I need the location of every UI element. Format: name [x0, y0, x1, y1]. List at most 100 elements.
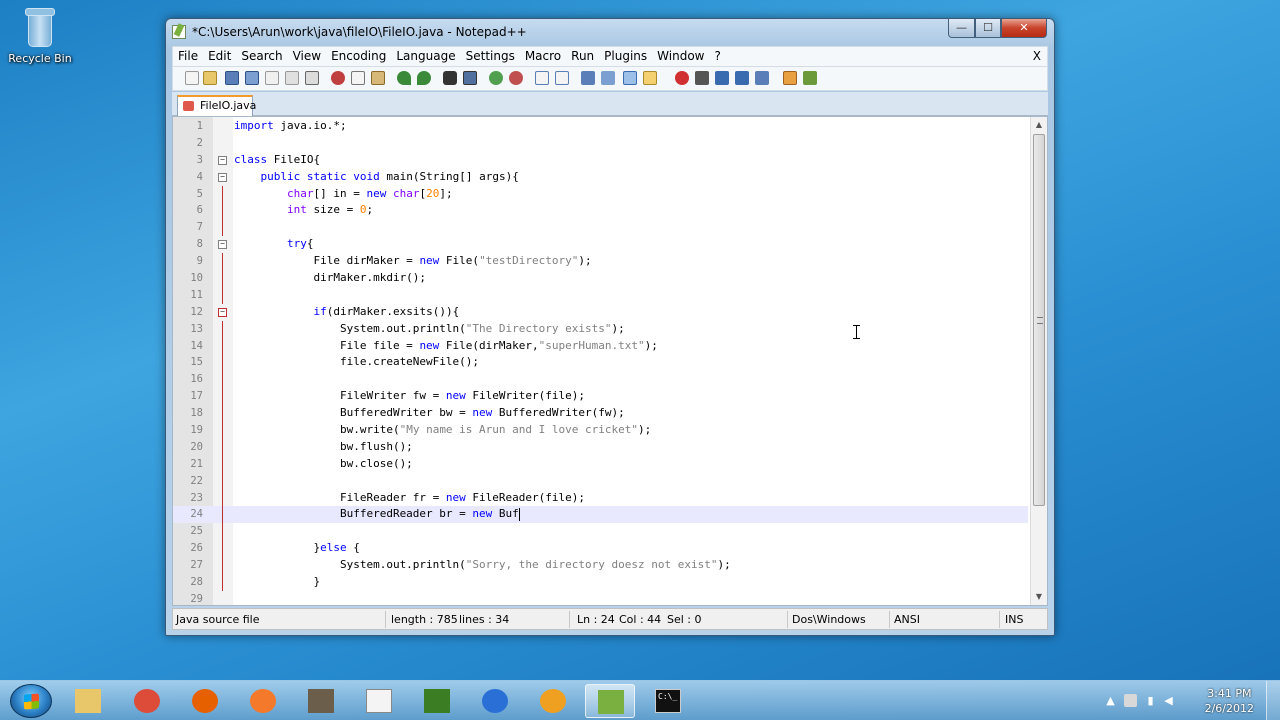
menu-encoding[interactable]: Encoding: [326, 47, 391, 63]
menu-settings[interactable]: Settings: [461, 47, 520, 63]
code-line[interactable]: 13 System.out.println("The Directory exi…: [173, 320, 1028, 338]
save-icon[interactable]: [225, 71, 239, 85]
menu-plugins[interactable]: Plugins: [599, 47, 652, 63]
show-hidden-icons-icon[interactable]: ▲: [1104, 694, 1117, 707]
save-macro-icon[interactable]: [755, 71, 769, 85]
menu-window[interactable]: Window: [652, 47, 709, 63]
document-taskbar-button[interactable]: [354, 684, 404, 718]
menu-run[interactable]: Run: [566, 47, 599, 63]
chrome-taskbar-button[interactable]: [122, 684, 172, 718]
code-line[interactable]: 12 − if(dirMaker.exsits()){: [173, 304, 1028, 321]
clock[interactable]: 3:41 PM 2/6/2012: [1205, 686, 1254, 716]
copy-icon[interactable]: [351, 71, 365, 85]
print-icon[interactable]: [305, 71, 319, 85]
sync-vertical-icon[interactable]: [535, 71, 549, 85]
code-line[interactable]: 27 System.out.println("Sorry, the direct…: [173, 557, 1028, 575]
save-all-icon[interactable]: [245, 71, 259, 85]
google-earth-taskbar-button[interactable]: [470, 684, 520, 718]
paste-icon[interactable]: [371, 71, 385, 85]
open-file-icon[interactable]: [203, 71, 217, 85]
find-icon[interactable]: [443, 71, 457, 85]
notepadpp-taskbar-button[interactable]: [585, 684, 635, 718]
minimize-button[interactable]: —: [948, 19, 975, 38]
code-line[interactable]: 23 FileReader fr = new FileReader(file);: [173, 489, 1028, 507]
code-line[interactable]: 29: [173, 591, 1028, 605]
scroll-up-arrow[interactable]: ▲: [1031, 117, 1047, 133]
code-line[interactable]: 16: [173, 371, 1028, 389]
menu-search[interactable]: Search: [236, 47, 287, 63]
code-line[interactable]: 7: [173, 219, 1028, 237]
menu-file[interactable]: File: [173, 47, 203, 63]
code-line[interactable]: 11: [173, 286, 1028, 304]
code-line[interactable]: 3 − class FileIO{: [173, 152, 1028, 169]
code-line[interactable]: 21 bw.close();: [173, 455, 1028, 473]
code-line[interactable]: 5 char[] in = new char[20];: [173, 185, 1028, 203]
code-line[interactable]: 8 − try{: [173, 236, 1028, 253]
pinwheel-taskbar-button[interactable]: [528, 684, 578, 718]
scroll-down-arrow[interactable]: ▼: [1031, 589, 1047, 605]
code-line[interactable]: 18 BufferedWriter bw = new BufferedWrite…: [173, 405, 1028, 423]
cut-icon[interactable]: [331, 71, 345, 85]
code-line[interactable]: 1 import java.io.*;: [173, 118, 1028, 135]
code-line[interactable]: 22: [173, 472, 1028, 490]
new-file-icon[interactable]: [185, 71, 199, 85]
menu-edit[interactable]: Edit: [203, 47, 236, 63]
code-line[interactable]: 9 File dirMaker = new File("testDirector…: [173, 253, 1028, 271]
vertical-scrollbar[interactable]: ▲ ▼: [1030, 117, 1047, 605]
fold-toggle-icon[interactable]: −: [218, 240, 227, 250]
show-all-chars-icon[interactable]: [601, 71, 615, 85]
fold-toggle-icon[interactable]: −: [218, 172, 227, 182]
code-line[interactable]: 10 dirMaker.mkdir();: [173, 270, 1028, 287]
action-center-icon[interactable]: [1124, 694, 1137, 707]
code-line[interactable]: 14 File file = new File(dirMaker,"superH…: [173, 337, 1028, 355]
menu-view[interactable]: View: [288, 47, 326, 63]
title-bar[interactable]: *C:\Users\Arun\work\java\fileIO\FileIO.j…: [166, 19, 1054, 45]
code-line[interactable]: 26 }else {: [173, 540, 1028, 558]
close-file-icon[interactable]: [265, 71, 279, 85]
code-line[interactable]: 2: [173, 135, 1028, 152]
code-editor[interactable]: 1 import java.io.*; 2 3− class FileIO{4− pub…: [172, 116, 1048, 606]
record-macro-icon[interactable]: [675, 71, 689, 85]
plugin-icon[interactable]: [783, 71, 797, 85]
start-button[interactable]: [10, 684, 52, 718]
volume-icon[interactable]: ◀: [1162, 694, 1175, 707]
redo-icon[interactable]: [417, 71, 431, 85]
close-document-button[interactable]: X: [1033, 49, 1041, 63]
fold-toggle-icon[interactable]: −: [218, 155, 227, 165]
recycle-bin[interactable]: Recycle Bin: [8, 6, 72, 65]
indent-guide-icon[interactable]: [623, 71, 637, 85]
play-macro-icon[interactable]: [715, 71, 729, 85]
menu-macro[interactable]: Macro: [520, 47, 566, 63]
stop-macro-icon[interactable]: [695, 71, 709, 85]
spellcheck-icon[interactable]: [803, 71, 817, 85]
firefox-taskbar-button[interactable]: [180, 684, 230, 718]
word-wrap-icon[interactable]: [581, 71, 595, 85]
fold-toggle-icon[interactable]: −: [218, 307, 227, 317]
code-line[interactable]: 28 }: [173, 574, 1028, 591]
code-line[interactable]: 25: [173, 523, 1028, 541]
run-macro-multiple-icon[interactable]: [735, 71, 749, 85]
code-line[interactable]: 6 int size = 0;: [173, 202, 1028, 220]
blender-taskbar-button[interactable]: [238, 684, 288, 718]
close-all-icon[interactable]: [285, 71, 299, 85]
cmd-taskbar-button[interactable]: C:\_: [643, 684, 693, 718]
sync-horizontal-icon[interactable]: [555, 71, 569, 85]
maximize-button[interactable]: ☐: [975, 19, 1001, 38]
explorer-taskbar-button[interactable]: [63, 684, 113, 718]
zoom-in-icon[interactable]: [489, 71, 503, 85]
undo-icon[interactable]: [397, 71, 411, 85]
code-line[interactable]: 15 file.createNewFile();: [173, 354, 1028, 372]
inkscape-taskbar-button[interactable]: [412, 684, 462, 718]
tab-fileio-java[interactable]: FileIO.java: [177, 95, 256, 116]
network-icon[interactable]: ▮: [1144, 694, 1157, 707]
code-line[interactable]: 24 BufferedReader br = new Buf: [173, 506, 1028, 524]
show-desktop-button[interactable]: [1266, 681, 1280, 720]
zoom-out-icon[interactable]: [509, 71, 523, 85]
code-line[interactable]: 17 FileWriter fw = new FileWriter(file);: [173, 388, 1028, 406]
code-line[interactable]: 4 − public static void main(String[] args…: [173, 169, 1028, 186]
code-line[interactable]: 20 bw.flush();: [173, 438, 1028, 456]
replace-icon[interactable]: [463, 71, 477, 85]
menu-help[interactable]: ?: [709, 47, 725, 63]
close-button[interactable]: ✕: [1001, 19, 1047, 38]
menu-language[interactable]: Language: [391, 47, 460, 63]
